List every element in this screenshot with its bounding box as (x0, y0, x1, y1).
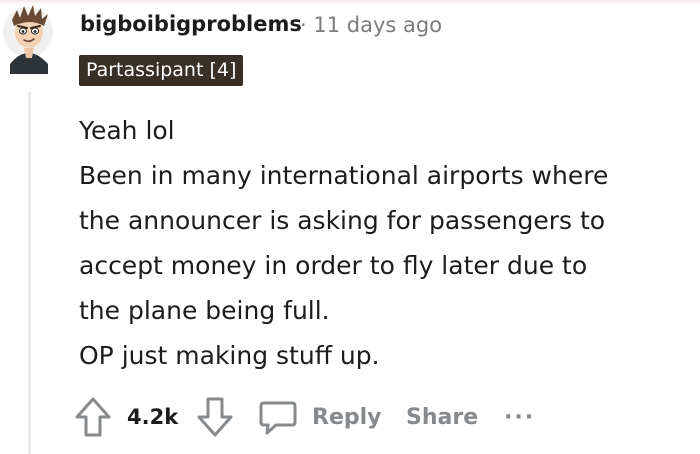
comment-action-bar: 4.2k Reply Share ··· (74, 394, 634, 440)
comment-line: the plane being full. (79, 296, 330, 325)
arrow-down-icon (197, 397, 233, 437)
reply-button[interactable]: Reply (258, 394, 382, 440)
comment-line: accept money in order to fly later due t… (79, 251, 588, 280)
comment-line: Been in many international airports wher… (79, 161, 609, 190)
meta-separator: · (300, 13, 307, 37)
score-text: 4.2k (127, 405, 179, 429)
more-options-button[interactable]: ··· (504, 394, 535, 440)
arrow-up-icon (75, 397, 111, 437)
comment-line: Yeah lol (79, 116, 175, 145)
downvote-button[interactable] (196, 394, 234, 440)
avatar[interactable] (2, 2, 56, 74)
vote-score: 4.2k (127, 394, 178, 440)
user-flair: Partassipant [4] (79, 55, 244, 86)
upvote-button[interactable] (74, 394, 112, 440)
reply-label: Reply (312, 404, 382, 430)
top-divider (0, 0, 700, 4)
comment-view: bigboibigproblems · 11 days ago Partassi… (0, 0, 700, 454)
speech-bubble-icon (259, 401, 297, 435)
comment-line: OP just making stuff up. (79, 341, 380, 370)
comment-timestamp[interactable]: 11 days ago (313, 13, 442, 37)
share-label: Share (406, 404, 479, 430)
avatar-image (3, 5, 53, 74)
comment-meta: · 11 days ago (300, 13, 442, 37)
username-link[interactable]: bigboibigproblems (80, 12, 302, 36)
comment-line: the announcer is asking for passengers t… (79, 206, 606, 235)
share-button[interactable]: Share (406, 394, 478, 440)
ellipsis-icon: ··· (504, 404, 536, 430)
thread-line[interactable] (28, 92, 31, 454)
comment-body: Yeah lol Been in many international airp… (79, 108, 689, 378)
